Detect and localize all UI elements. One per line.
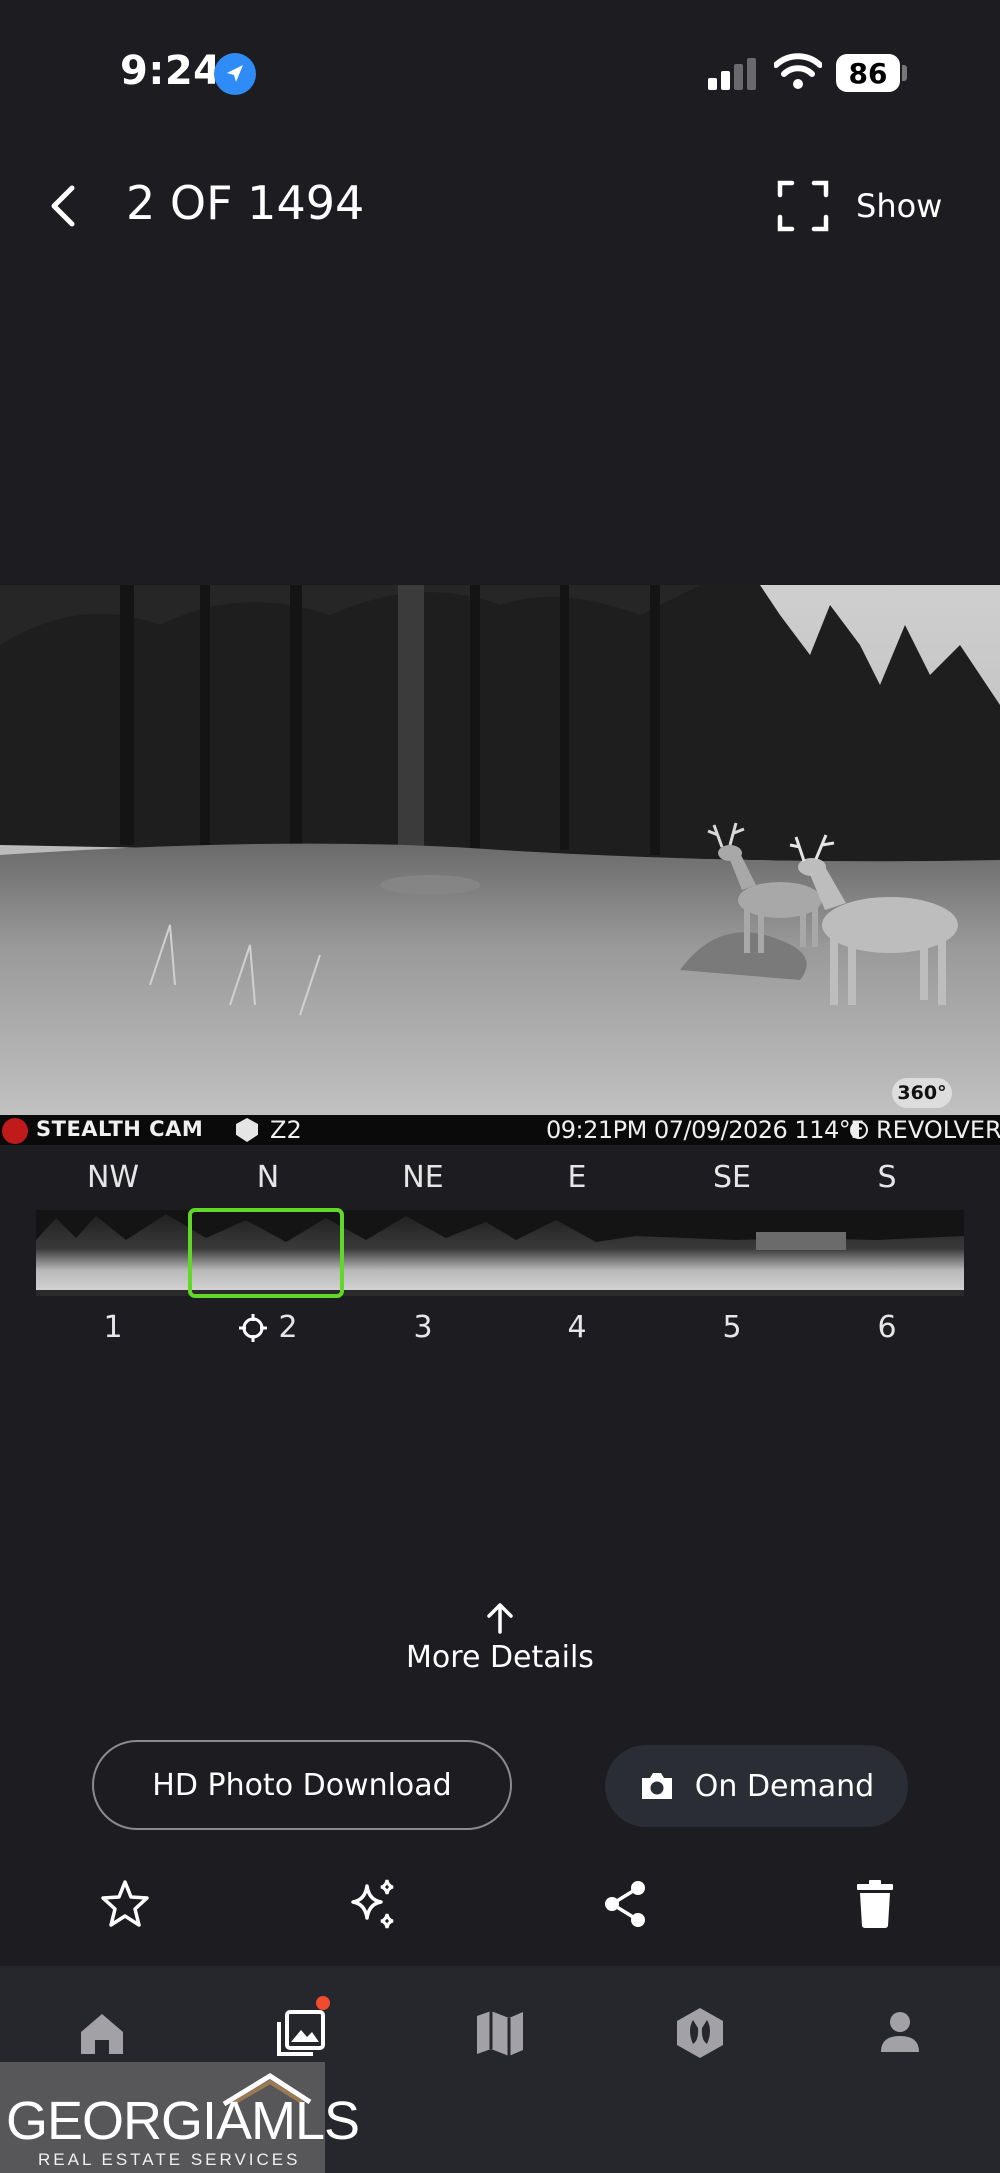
on-demand-label: On Demand — [694, 1768, 875, 1804]
nav-home-tab[interactable] — [75, 2006, 129, 2060]
direction-label: NW — [86, 1160, 140, 1195]
wifi-icon — [773, 52, 823, 90]
status-time: 9:24 — [120, 48, 222, 94]
frame-number-label: 3 — [413, 1310, 433, 1345]
shield-icon — [236, 1118, 258, 1142]
share-button[interactable] — [598, 1876, 654, 1932]
battery-level: 86 — [836, 54, 900, 92]
photo-counter: 2 OF 1494 — [126, 176, 365, 230]
sparkles-icon — [351, 1879, 394, 1929]
profile-icon — [881, 2012, 919, 2052]
frame-number-selected[interactable]: 2 — [213, 1310, 323, 1345]
frame-number-label: 2 — [278, 1310, 298, 1345]
nav-hunt-tab[interactable] — [673, 2006, 727, 2060]
direction-label: S — [877, 1160, 897, 1195]
on-demand-button[interactable]: On Demand — [605, 1745, 908, 1827]
frame-number-label: 5 — [722, 1310, 742, 1345]
camera-timestamp: 09:21PM 07/09/2026 114°F — [546, 1116, 864, 1144]
direction-label: E — [567, 1160, 587, 1195]
frame-number[interactable]: 1 — [58, 1310, 168, 1345]
360-badge: 360° — [892, 1078, 952, 1108]
back-button[interactable] — [40, 178, 90, 234]
frame-number-label: 1 — [103, 1310, 123, 1345]
favorite-button[interactable] — [97, 1876, 153, 1932]
frame-number[interactable]: 4 — [522, 1310, 632, 1345]
location-arrow-icon — [214, 53, 256, 95]
nav-map-tab[interactable] — [473, 2006, 527, 2060]
direction-label: NE — [402, 1160, 444, 1195]
fullscreen-icon — [777, 180, 829, 232]
trail-camera-photo[interactable] — [0, 585, 1000, 1145]
moon-phase-icon — [850, 1121, 868, 1139]
star-icon — [101, 1880, 149, 1927]
direction-label: N — [256, 1160, 280, 1195]
frame-number-label: 6 — [877, 1310, 897, 1345]
show-label: Show — [856, 187, 943, 225]
selected-frame-highlight[interactable] — [188, 1208, 344, 1298]
frame-number[interactable]: 3 — [368, 1310, 478, 1345]
camera-model: Z2 — [270, 1116, 302, 1144]
camera-icon — [641, 1773, 672, 1799]
stealth-cam-logo-icon — [2, 1118, 28, 1144]
notification-dot — [316, 1996, 330, 2010]
map-icon — [477, 2011, 523, 2056]
nav-profile-tab[interactable] — [873, 2006, 927, 2060]
enhance-button[interactable] — [345, 1876, 401, 1932]
more-details-label: More Details — [406, 1640, 594, 1675]
crosshair-icon — [239, 1313, 268, 1342]
watermark-title: GEORGIAMLS — [6, 2091, 360, 2151]
gallery-icon — [277, 2010, 325, 2056]
georgia-mls-watermark: GEORGIAMLS REAL ESTATE SERVICES — [0, 2062, 360, 2173]
chevron-left-icon — [51, 185, 75, 227]
show-fullscreen-button[interactable]: Show — [776, 178, 942, 234]
hoofprint-icon — [677, 2008, 723, 2058]
hd-photo-download-label: HD Photo Download — [152, 1767, 452, 1803]
home-icon — [81, 2014, 123, 2054]
battery-icon: 86 — [836, 54, 907, 92]
cellular-signal-icon — [708, 58, 760, 90]
more-details-button[interactable]: More Details — [300, 1600, 700, 1675]
nav-gallery-tab[interactable] — [273, 2006, 327, 2060]
share-icon — [605, 1881, 645, 1927]
hd-photo-download-button[interactable]: HD Photo Download — [92, 1740, 512, 1830]
panorama-thumbnail-strip[interactable] — [36, 1210, 964, 1296]
watermark-subtitle: REAL ESTATE SERVICES — [38, 2150, 301, 2169]
trash-icon — [857, 1880, 893, 1928]
frame-number-label: 4 — [567, 1310, 587, 1345]
frame-number[interactable]: 6 — [832, 1310, 942, 1345]
frame-number[interactable]: 5 — [677, 1310, 787, 1345]
camera-mode: REVOLVER — [876, 1116, 1000, 1144]
direction-label: SE — [713, 1160, 751, 1195]
arrow-up-icon — [487, 1603, 513, 1634]
camera-info-strip: STEALTH CAM Z2 09:21PM 07/09/2026 114°F … — [0, 1115, 1000, 1145]
delete-button[interactable] — [847, 1876, 903, 1932]
camera-brand: STEALTH CAM — [36, 1117, 204, 1141]
